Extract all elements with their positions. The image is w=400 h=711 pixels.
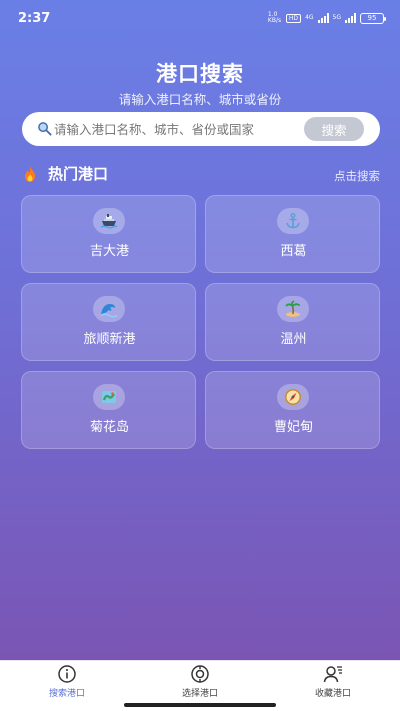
island-icon	[277, 296, 309, 322]
home-indicator[interactable]	[124, 703, 276, 707]
search-input[interactable]	[54, 118, 294, 140]
tab-label: 搜索港口	[48, 689, 85, 699]
tab-select-ports[interactable]: 选择港口	[150, 664, 250, 700]
port-label: 西葛	[280, 244, 307, 259]
battery-icon: 95	[360, 12, 386, 24]
fire-icon	[25, 165, 35, 182]
status-bar: 2:37 1.0 KB/s HD 4G 5G 95	[0, 0, 400, 36]
info-icon	[58, 665, 76, 683]
ship-icon	[93, 208, 125, 234]
search-icon	[38, 122, 52, 136]
main-screen: 2:37 1.0 KB/s HD 4G 5G 95 港口搜索 请输入港口名称、城…	[0, 0, 400, 660]
network-4g: 4G	[305, 14, 314, 21]
anchor-icon	[277, 208, 309, 234]
search-bar: 搜索	[22, 112, 380, 146]
search-button[interactable]: 搜索	[304, 117, 364, 141]
hot-ports-header: 热门港口	[22, 163, 108, 184]
port-card-wenzhou[interactable]: 温州	[205, 283, 380, 361]
port-label: 旅顺新港	[83, 332, 136, 347]
click-search-link[interactable]: 点击搜索	[334, 168, 380, 184]
wave-icon	[93, 296, 125, 322]
network-speed: 1.0 KB/s	[267, 11, 282, 24]
page-title: 港口搜索	[156, 62, 244, 86]
tab-label: 选择港口	[181, 689, 218, 699]
port-label: 温州	[280, 332, 307, 347]
target-icon	[191, 665, 209, 683]
map-icon	[93, 384, 125, 410]
signal-icon-2	[345, 13, 356, 23]
section-title: 热门港口	[48, 165, 109, 183]
user-list-icon	[323, 666, 342, 683]
port-card-lvshun[interactable]: 旅顺新港	[21, 283, 196, 361]
port-card-xige[interactable]: 西葛	[205, 195, 380, 273]
tab-label: 收藏港口	[314, 689, 351, 699]
port-label: 吉大港	[89, 244, 129, 259]
hd-badge: HD	[285, 13, 302, 23]
page-subtitle: 请输入港口名称、城市或省份	[118, 92, 282, 107]
port-label: 菊花岛	[89, 420, 129, 435]
port-label: 曹妃甸	[273, 420, 313, 435]
tab-search-ports[interactable]: 搜索港口	[17, 664, 117, 700]
network-5g: 5G	[332, 14, 341, 21]
status-icons: 1.0 KB/s HD 4G 5G 95	[267, 11, 386, 24]
port-card-caofeidian[interactable]: 曹妃甸	[205, 371, 380, 449]
compass-icon	[277, 384, 309, 410]
signal-icon	[317, 13, 329, 23]
port-card-jidagang[interactable]: 吉大港	[21, 195, 196, 273]
port-card-juhuadao[interactable]: 菊花岛	[21, 371, 196, 449]
tab-favorite-ports[interactable]: 收藏港口	[283, 664, 383, 700]
status-time: 2:37	[18, 11, 51, 26]
